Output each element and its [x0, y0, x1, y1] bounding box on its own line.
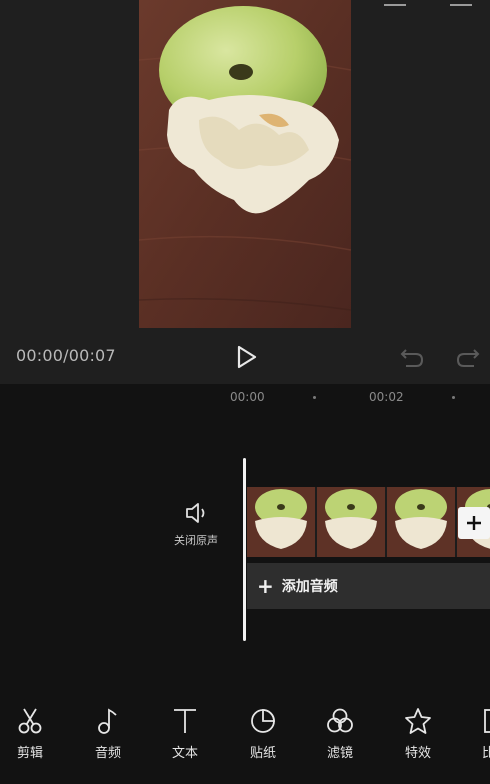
tool-effects[interactable]: 特效	[388, 706, 448, 776]
ratio-icon	[484, 709, 490, 733]
text-icon	[174, 709, 196, 733]
playhead[interactable]	[243, 458, 246, 641]
tool-edit[interactable]: 剪辑	[0, 706, 60, 776]
play-icon	[237, 345, 257, 369]
video-thumbnail	[387, 487, 457, 557]
undo-button[interactable]	[398, 344, 426, 370]
tool-label: 文本	[171, 746, 198, 761]
redo-button[interactable]	[454, 344, 482, 370]
timeline-ruler: 00:00 00:02	[0, 390, 490, 406]
apple-video-frame	[139, 0, 351, 328]
ruler-dot	[313, 396, 316, 399]
undo-icon	[400, 349, 424, 367]
tool-label: 特效	[404, 746, 431, 761]
tool-text[interactable]: 文本	[155, 706, 215, 776]
music-note-icon	[98, 708, 117, 734]
tool-audio[interactable]: 音频	[78, 706, 138, 776]
mute-original-label: 关闭原声	[174, 534, 218, 547]
bottom-toolbar: 剪辑 音频 文本 贴纸 滤镜 特效 比	[0, 706, 490, 784]
add-clip-button[interactable]	[458, 507, 490, 539]
tool-filter[interactable]: 滤镜	[310, 706, 370, 776]
play-button[interactable]	[232, 343, 260, 371]
menu-icon[interactable]	[450, 0, 472, 6]
effects-star-icon	[405, 708, 431, 734]
tool-label: 滤镜	[326, 746, 353, 761]
add-audio-button[interactable]: + 添加音频	[247, 563, 490, 609]
tool-label: 剪辑	[16, 746, 43, 761]
fullscreen-icon[interactable]	[384, 0, 406, 6]
mute-original-audio-button[interactable]: 关闭原声	[168, 500, 224, 556]
plus-icon	[467, 516, 481, 530]
tool-label: 贴纸	[249, 746, 276, 761]
video-thumbnail	[247, 487, 317, 557]
redo-icon	[456, 349, 480, 367]
tool-label: 音频	[94, 746, 121, 761]
plus-icon: +	[257, 574, 274, 598]
sticker-icon	[251, 709, 275, 733]
speaker-mute-icon	[186, 503, 205, 523]
ruler-dot	[452, 396, 455, 399]
video-track[interactable]	[247, 487, 490, 557]
filter-icon	[327, 708, 353, 733]
scissors-icon	[18, 708, 42, 734]
tool-label: 比	[482, 746, 490, 761]
preview-area: 00:00/00:07	[0, 0, 490, 384]
ruler-label: 00:02	[369, 390, 404, 404]
video-thumbnail	[317, 487, 387, 557]
tool-sticker[interactable]: 贴纸	[233, 706, 293, 776]
ruler-label: 00:00	[230, 390, 265, 404]
add-audio-label: 添加音频	[281, 579, 338, 595]
tool-ratio[interactable]: 比	[458, 706, 490, 776]
video-preview	[139, 0, 351, 328]
time-readout: 00:00/00:07	[16, 346, 116, 365]
top-toolbar-icons	[384, 0, 472, 6]
